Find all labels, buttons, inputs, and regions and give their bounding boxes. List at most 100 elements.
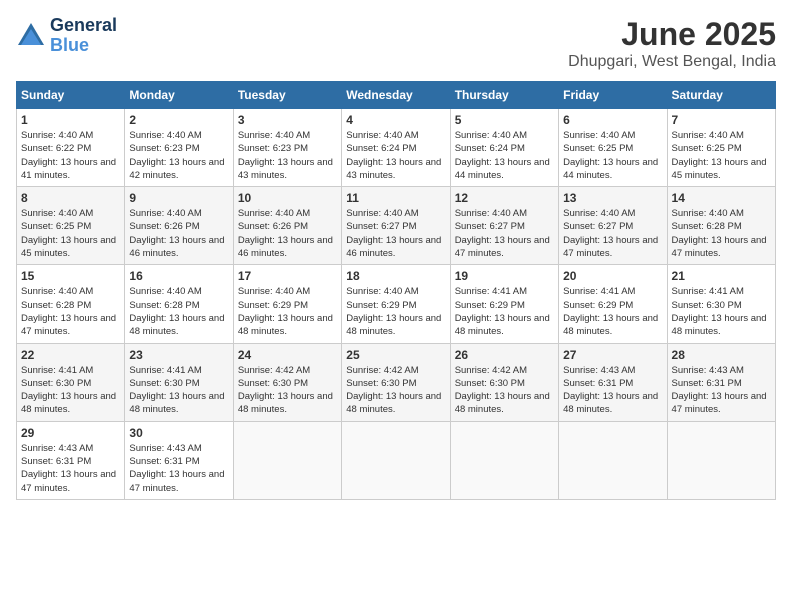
day-cell-6: 6 Sunrise: 4:40 AMSunset: 6:25 PMDayligh…: [559, 109, 667, 187]
day-detail: Sunrise: 4:40 AMSunset: 6:27 PMDaylight:…: [563, 208, 658, 259]
empty-cell: [667, 421, 775, 499]
day-cell-10: 10 Sunrise: 4:40 AMSunset: 6:26 PMDaylig…: [233, 187, 341, 265]
day-number: 22: [21, 348, 120, 362]
weekday-header-tuesday: Tuesday: [233, 82, 341, 109]
day-number: 17: [238, 269, 337, 283]
day-detail: Sunrise: 4:43 AMSunset: 6:31 PMDaylight:…: [21, 443, 116, 494]
day-detail: Sunrise: 4:40 AMSunset: 6:28 PMDaylight:…: [21, 286, 116, 337]
calendar-table: SundayMondayTuesdayWednesdayThursdayFrid…: [16, 81, 776, 500]
page-header: General Blue June 2025 Dhupgari, West Be…: [16, 16, 776, 71]
day-detail: Sunrise: 4:43 AMSunset: 6:31 PMDaylight:…: [672, 365, 767, 416]
weekday-header-friday: Friday: [559, 82, 667, 109]
day-number: 26: [455, 348, 554, 362]
day-cell-1: 1 Sunrise: 4:40 AMSunset: 6:22 PMDayligh…: [17, 109, 125, 187]
day-number: 1: [21, 113, 120, 127]
day-detail: Sunrise: 4:40 AMSunset: 6:26 PMDaylight:…: [129, 208, 224, 259]
empty-cell: [450, 421, 558, 499]
day-cell-27: 27 Sunrise: 4:43 AMSunset: 6:31 PMDaylig…: [559, 343, 667, 421]
day-number: 25: [346, 348, 445, 362]
logo-icon: [16, 21, 46, 51]
day-detail: Sunrise: 4:40 AMSunset: 6:23 PMDaylight:…: [238, 130, 333, 181]
day-cell-2: 2 Sunrise: 4:40 AMSunset: 6:23 PMDayligh…: [125, 109, 233, 187]
weekday-header-monday: Monday: [125, 82, 233, 109]
day-number: 5: [455, 113, 554, 127]
day-number: 8: [21, 191, 120, 205]
day-cell-16: 16 Sunrise: 4:40 AMSunset: 6:28 PMDaylig…: [125, 265, 233, 343]
day-detail: Sunrise: 4:40 AMSunset: 6:24 PMDaylight:…: [455, 130, 550, 181]
calendar-week-4: 22 Sunrise: 4:41 AMSunset: 6:30 PMDaylig…: [17, 343, 776, 421]
weekday-header-sunday: Sunday: [17, 82, 125, 109]
day-number: 11: [346, 191, 445, 205]
day-cell-3: 3 Sunrise: 4:40 AMSunset: 6:23 PMDayligh…: [233, 109, 341, 187]
title-area: June 2025 Dhupgari, West Bengal, India: [568, 16, 776, 71]
day-number: 21: [672, 269, 771, 283]
calendar-week-3: 15 Sunrise: 4:40 AMSunset: 6:28 PMDaylig…: [17, 265, 776, 343]
day-detail: Sunrise: 4:40 AMSunset: 6:27 PMDaylight:…: [455, 208, 550, 259]
day-detail: Sunrise: 4:40 AMSunset: 6:22 PMDaylight:…: [21, 130, 116, 181]
day-number: 9: [129, 191, 228, 205]
day-cell-23: 23 Sunrise: 4:41 AMSunset: 6:30 PMDaylig…: [125, 343, 233, 421]
day-cell-13: 13 Sunrise: 4:40 AMSunset: 6:27 PMDaylig…: [559, 187, 667, 265]
day-number: 10: [238, 191, 337, 205]
day-cell-19: 19 Sunrise: 4:41 AMSunset: 6:29 PMDaylig…: [450, 265, 558, 343]
day-number: 19: [455, 269, 554, 283]
day-cell-12: 12 Sunrise: 4:40 AMSunset: 6:27 PMDaylig…: [450, 187, 558, 265]
day-number: 13: [563, 191, 662, 205]
day-cell-20: 20 Sunrise: 4:41 AMSunset: 6:29 PMDaylig…: [559, 265, 667, 343]
weekday-header-saturday: Saturday: [667, 82, 775, 109]
day-cell-28: 28 Sunrise: 4:43 AMSunset: 6:31 PMDaylig…: [667, 343, 775, 421]
day-number: 6: [563, 113, 662, 127]
empty-cell: [342, 421, 450, 499]
day-cell-9: 9 Sunrise: 4:40 AMSunset: 6:26 PMDayligh…: [125, 187, 233, 265]
weekday-header-thursday: Thursday: [450, 82, 558, 109]
day-detail: Sunrise: 4:40 AMSunset: 6:25 PMDaylight:…: [563, 130, 658, 181]
weekday-header-row: SundayMondayTuesdayWednesdayThursdayFrid…: [17, 82, 776, 109]
day-cell-8: 8 Sunrise: 4:40 AMSunset: 6:25 PMDayligh…: [17, 187, 125, 265]
empty-cell: [233, 421, 341, 499]
day-detail: Sunrise: 4:43 AMSunset: 6:31 PMDaylight:…: [563, 365, 658, 416]
logo-text: General Blue: [50, 16, 117, 56]
day-cell-4: 4 Sunrise: 4:40 AMSunset: 6:24 PMDayligh…: [342, 109, 450, 187]
day-detail: Sunrise: 4:42 AMSunset: 6:30 PMDaylight:…: [346, 365, 441, 416]
day-cell-29: 29 Sunrise: 4:43 AMSunset: 6:31 PMDaylig…: [17, 421, 125, 499]
day-cell-17: 17 Sunrise: 4:40 AMSunset: 6:29 PMDaylig…: [233, 265, 341, 343]
day-number: 7: [672, 113, 771, 127]
logo: General Blue: [16, 16, 117, 56]
day-detail: Sunrise: 4:40 AMSunset: 6:24 PMDaylight:…: [346, 130, 441, 181]
day-detail: Sunrise: 4:41 AMSunset: 6:30 PMDaylight:…: [21, 365, 116, 416]
day-cell-14: 14 Sunrise: 4:40 AMSunset: 6:28 PMDaylig…: [667, 187, 775, 265]
day-number: 14: [672, 191, 771, 205]
day-detail: Sunrise: 4:40 AMSunset: 6:25 PMDaylight:…: [672, 130, 767, 181]
day-number: 2: [129, 113, 228, 127]
day-cell-15: 15 Sunrise: 4:40 AMSunset: 6:28 PMDaylig…: [17, 265, 125, 343]
day-detail: Sunrise: 4:41 AMSunset: 6:29 PMDaylight:…: [455, 286, 550, 337]
day-cell-7: 7 Sunrise: 4:40 AMSunset: 6:25 PMDayligh…: [667, 109, 775, 187]
day-number: 16: [129, 269, 228, 283]
day-cell-30: 30 Sunrise: 4:43 AMSunset: 6:31 PMDaylig…: [125, 421, 233, 499]
day-detail: Sunrise: 4:43 AMSunset: 6:31 PMDaylight:…: [129, 443, 224, 494]
day-detail: Sunrise: 4:40 AMSunset: 6:26 PMDaylight:…: [238, 208, 333, 259]
day-cell-26: 26 Sunrise: 4:42 AMSunset: 6:30 PMDaylig…: [450, 343, 558, 421]
day-number: 20: [563, 269, 662, 283]
day-detail: Sunrise: 4:40 AMSunset: 6:27 PMDaylight:…: [346, 208, 441, 259]
month-title: June 2025: [568, 16, 776, 53]
day-cell-25: 25 Sunrise: 4:42 AMSunset: 6:30 PMDaylig…: [342, 343, 450, 421]
weekday-header-wednesday: Wednesday: [342, 82, 450, 109]
location-title: Dhupgari, West Bengal, India: [568, 53, 776, 71]
day-number: 4: [346, 113, 445, 127]
day-number: 18: [346, 269, 445, 283]
day-detail: Sunrise: 4:40 AMSunset: 6:28 PMDaylight:…: [672, 208, 767, 259]
day-cell-22: 22 Sunrise: 4:41 AMSunset: 6:30 PMDaylig…: [17, 343, 125, 421]
day-detail: Sunrise: 4:41 AMSunset: 6:30 PMDaylight:…: [129, 365, 224, 416]
day-detail: Sunrise: 4:41 AMSunset: 6:29 PMDaylight:…: [563, 286, 658, 337]
day-detail: Sunrise: 4:42 AMSunset: 6:30 PMDaylight:…: [455, 365, 550, 416]
day-detail: Sunrise: 4:40 AMSunset: 6:29 PMDaylight:…: [238, 286, 333, 337]
day-cell-18: 18 Sunrise: 4:40 AMSunset: 6:29 PMDaylig…: [342, 265, 450, 343]
day-number: 12: [455, 191, 554, 205]
day-number: 24: [238, 348, 337, 362]
day-number: 15: [21, 269, 120, 283]
day-number: 29: [21, 426, 120, 440]
day-cell-5: 5 Sunrise: 4:40 AMSunset: 6:24 PMDayligh…: [450, 109, 558, 187]
day-number: 23: [129, 348, 228, 362]
day-cell-21: 21 Sunrise: 4:41 AMSunset: 6:30 PMDaylig…: [667, 265, 775, 343]
